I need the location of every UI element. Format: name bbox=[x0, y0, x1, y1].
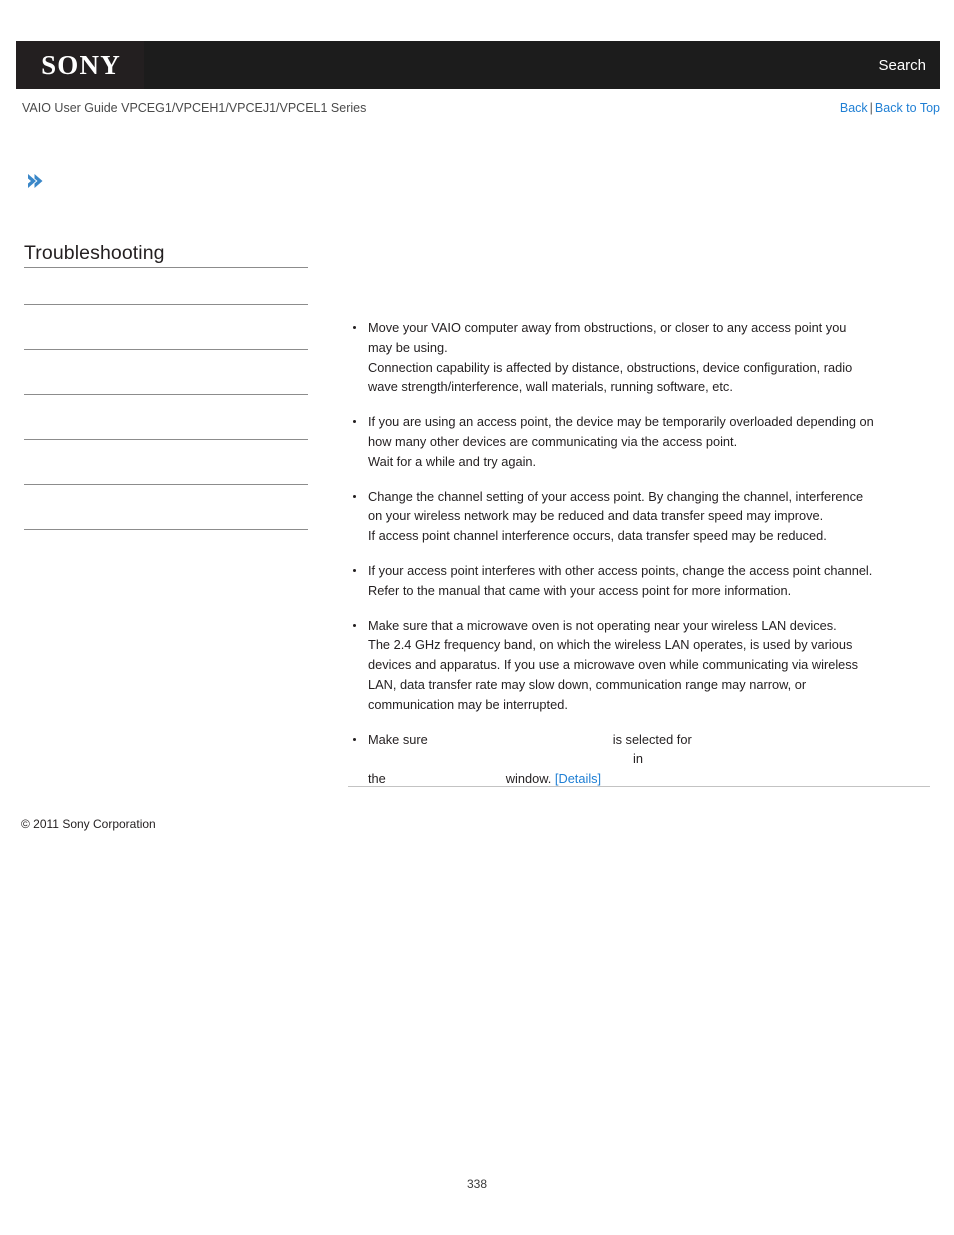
chevron-right-icon bbox=[28, 174, 43, 188]
nav-links: Back | Back to Top bbox=[840, 101, 940, 115]
nav-separator: | bbox=[869, 101, 873, 115]
bullet-line: Connection capability is affected by dis… bbox=[368, 359, 853, 375]
sidebar-nav-list bbox=[24, 260, 308, 530]
list-item: Move your VAIO computer away from obstru… bbox=[348, 318, 940, 397]
bullet-text-segment: window. bbox=[505, 771, 552, 787]
bullet-line: Change the channel setting of your acces… bbox=[368, 488, 864, 504]
guide-nav-row: VAIO User Guide VPCEG1/VPCEH1/VPCEJ1/VPC… bbox=[22, 101, 940, 121]
sony-logo-text: SONY bbox=[41, 49, 121, 80]
copyright-text: © 2011 Sony Corporation bbox=[21, 817, 156, 831]
page-number: 338 bbox=[466, 1177, 488, 1191]
sidebar-item-4[interactable] bbox=[24, 395, 308, 440]
bullet-line: If you are using an access point, the de… bbox=[368, 414, 874, 430]
bullet-line: communication may be interrupted. bbox=[368, 696, 568, 712]
bullet-line: on your wireless network may be reduced … bbox=[368, 508, 824, 524]
search-button[interactable]: Search bbox=[878, 41, 926, 89]
list-item: Make sure is selected for in the window. [D… bbox=[348, 730, 940, 789]
bullet-text-segment: Make sure bbox=[368, 731, 428, 747]
site-header-bar: SONY Search bbox=[16, 41, 940, 89]
bullet-line: wave strength/interference, wall materia… bbox=[368, 379, 733, 395]
sidebar-item-6[interactable] bbox=[24, 485, 308, 530]
details-link[interactable]: [Details] bbox=[555, 771, 601, 786]
bullet-text-segment: the bbox=[368, 771, 386, 787]
back-link[interactable]: Back bbox=[840, 101, 868, 115]
bullet-line: Make sure that a microwave oven is not o… bbox=[368, 617, 837, 633]
bullet-line: The 2.4 GHz frequency band, on which the… bbox=[368, 637, 853, 653]
sidebar-item-2[interactable] bbox=[24, 305, 308, 350]
bullet-line: If your access point interferes with oth… bbox=[368, 562, 873, 578]
list-item: Make sure that a microwave oven is not o… bbox=[348, 616, 940, 715]
bullet-line: Move your VAIO computer away from obstru… bbox=[368, 320, 847, 335]
back-to-top-link[interactable]: Back to Top bbox=[875, 101, 940, 115]
main-content: Move your VAIO computer away from obstru… bbox=[348, 318, 940, 789]
troubleshooting-bullet-list: Move your VAIO computer away from obstru… bbox=[348, 318, 940, 789]
list-item: Change the channel setting of your acces… bbox=[348, 487, 940, 546]
bullet-line: Wait for a while and try again. bbox=[368, 453, 537, 469]
sidebar-item-3[interactable] bbox=[24, 350, 308, 395]
sidebar-item-5[interactable] bbox=[24, 440, 308, 485]
bullet-line: If access point channel interference occ… bbox=[368, 528, 827, 544]
guide-title: VAIO User Guide VPCEG1/VPCEH1/VPCEJ1/VPC… bbox=[22, 101, 367, 115]
list-item: If you are using an access point, the de… bbox=[348, 412, 940, 471]
search-label: Search bbox=[878, 56, 926, 74]
content-bottom-rule bbox=[348, 786, 930, 787]
sidebar: Troubleshooting bbox=[24, 170, 308, 273]
list-item: If your access point interferes with oth… bbox=[348, 561, 940, 601]
back-arrow-button[interactable] bbox=[24, 170, 308, 194]
bullet-line: may be using. bbox=[368, 339, 448, 355]
bullet-text-segment: is selected for bbox=[612, 731, 692, 747]
bullet-line: Refer to the manual that came with your … bbox=[368, 582, 792, 598]
bullet-line: LAN, data transfer rate may slow down, c… bbox=[368, 676, 807, 692]
bullet-line: how many other devices are communicating… bbox=[368, 433, 738, 449]
bullet-text-segment: in bbox=[633, 751, 643, 767]
sony-logo-block[interactable]: SONY bbox=[16, 41, 144, 89]
sidebar-item-1[interactable] bbox=[24, 260, 308, 305]
bullet-line: devices and apparatus. If you use a micr… bbox=[368, 657, 859, 673]
